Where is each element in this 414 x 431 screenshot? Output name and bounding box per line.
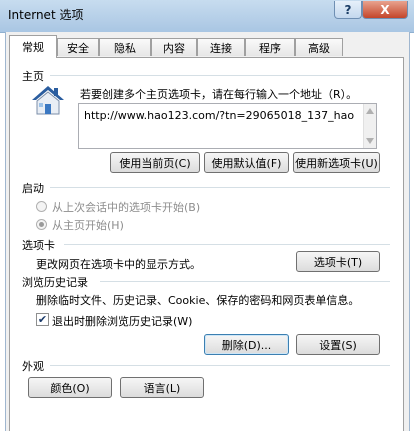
home-page-instruction: 若要创建多个主页选项卡，请在每行输入一个地址（R）。 bbox=[80, 88, 358, 101]
startup-divider bbox=[50, 187, 390, 188]
delete-history-on-exit-label: 退出时删除浏览历史记录(W) bbox=[52, 315, 193, 328]
history-settings-button[interactable]: 设置(S) bbox=[296, 334, 380, 355]
appearance-title: 外观 bbox=[22, 360, 44, 373]
history-title: 浏览历史记录 bbox=[22, 276, 88, 289]
general-content: 主页 若要创建多个主页选项卡，请在每行输入一个地址（R）。 http://www… bbox=[0, 0, 414, 431]
delete-history-button[interactable]: 删除(D)... bbox=[204, 334, 289, 355]
startup-home-label: 从主页开始(H) bbox=[52, 219, 124, 232]
history-divider bbox=[100, 281, 390, 282]
languages-button[interactable]: 语言(L) bbox=[120, 377, 204, 398]
colors-button[interactable]: 颜色(O) bbox=[28, 377, 112, 398]
checkmark-icon: ✔ bbox=[37, 313, 48, 326]
startup-last-session-radio[interactable] bbox=[36, 201, 47, 212]
tabs-section-divider bbox=[64, 244, 390, 245]
use-new-tab-button[interactable]: 使用新选项卡(U) bbox=[293, 152, 380, 173]
history-description: 删除临时文件、历史记录、Cookie、保存的密码和网页表单信息。 bbox=[36, 294, 360, 307]
address-box-scrollbar[interactable] bbox=[363, 104, 376, 148]
scroll-up-icon bbox=[366, 108, 374, 114]
startup-title: 启动 bbox=[22, 182, 44, 195]
house-icon bbox=[30, 84, 66, 116]
home-page-title: 主页 bbox=[22, 70, 44, 83]
startup-home-radio[interactable] bbox=[36, 219, 47, 230]
scroll-down-icon bbox=[366, 138, 374, 144]
tabs-section-description: 更改网页在选项卡中的显示方式。 bbox=[36, 258, 201, 271]
delete-history-on-exit-checkbox[interactable]: ✔ bbox=[36, 313, 49, 326]
use-current-button[interactable]: 使用当前页(C) bbox=[110, 152, 200, 173]
startup-last-session-label: 从上次会话中的选项卡开始(B) bbox=[52, 201, 201, 214]
appearance-divider bbox=[50, 365, 390, 366]
home-page-address-box[interactable]: http://www.hao123.com/?tn=29065018_137_h… bbox=[78, 103, 377, 149]
tabs-settings-button[interactable]: 选项卡(T) bbox=[296, 251, 380, 272]
home-page-url: http://www.hao123.com/?tn=29065018_137_h… bbox=[84, 109, 355, 122]
home-page-divider bbox=[50, 75, 390, 76]
use-default-button[interactable]: 使用默认值(F) bbox=[204, 152, 289, 173]
tabs-section-title: 选项卡 bbox=[22, 239, 55, 252]
